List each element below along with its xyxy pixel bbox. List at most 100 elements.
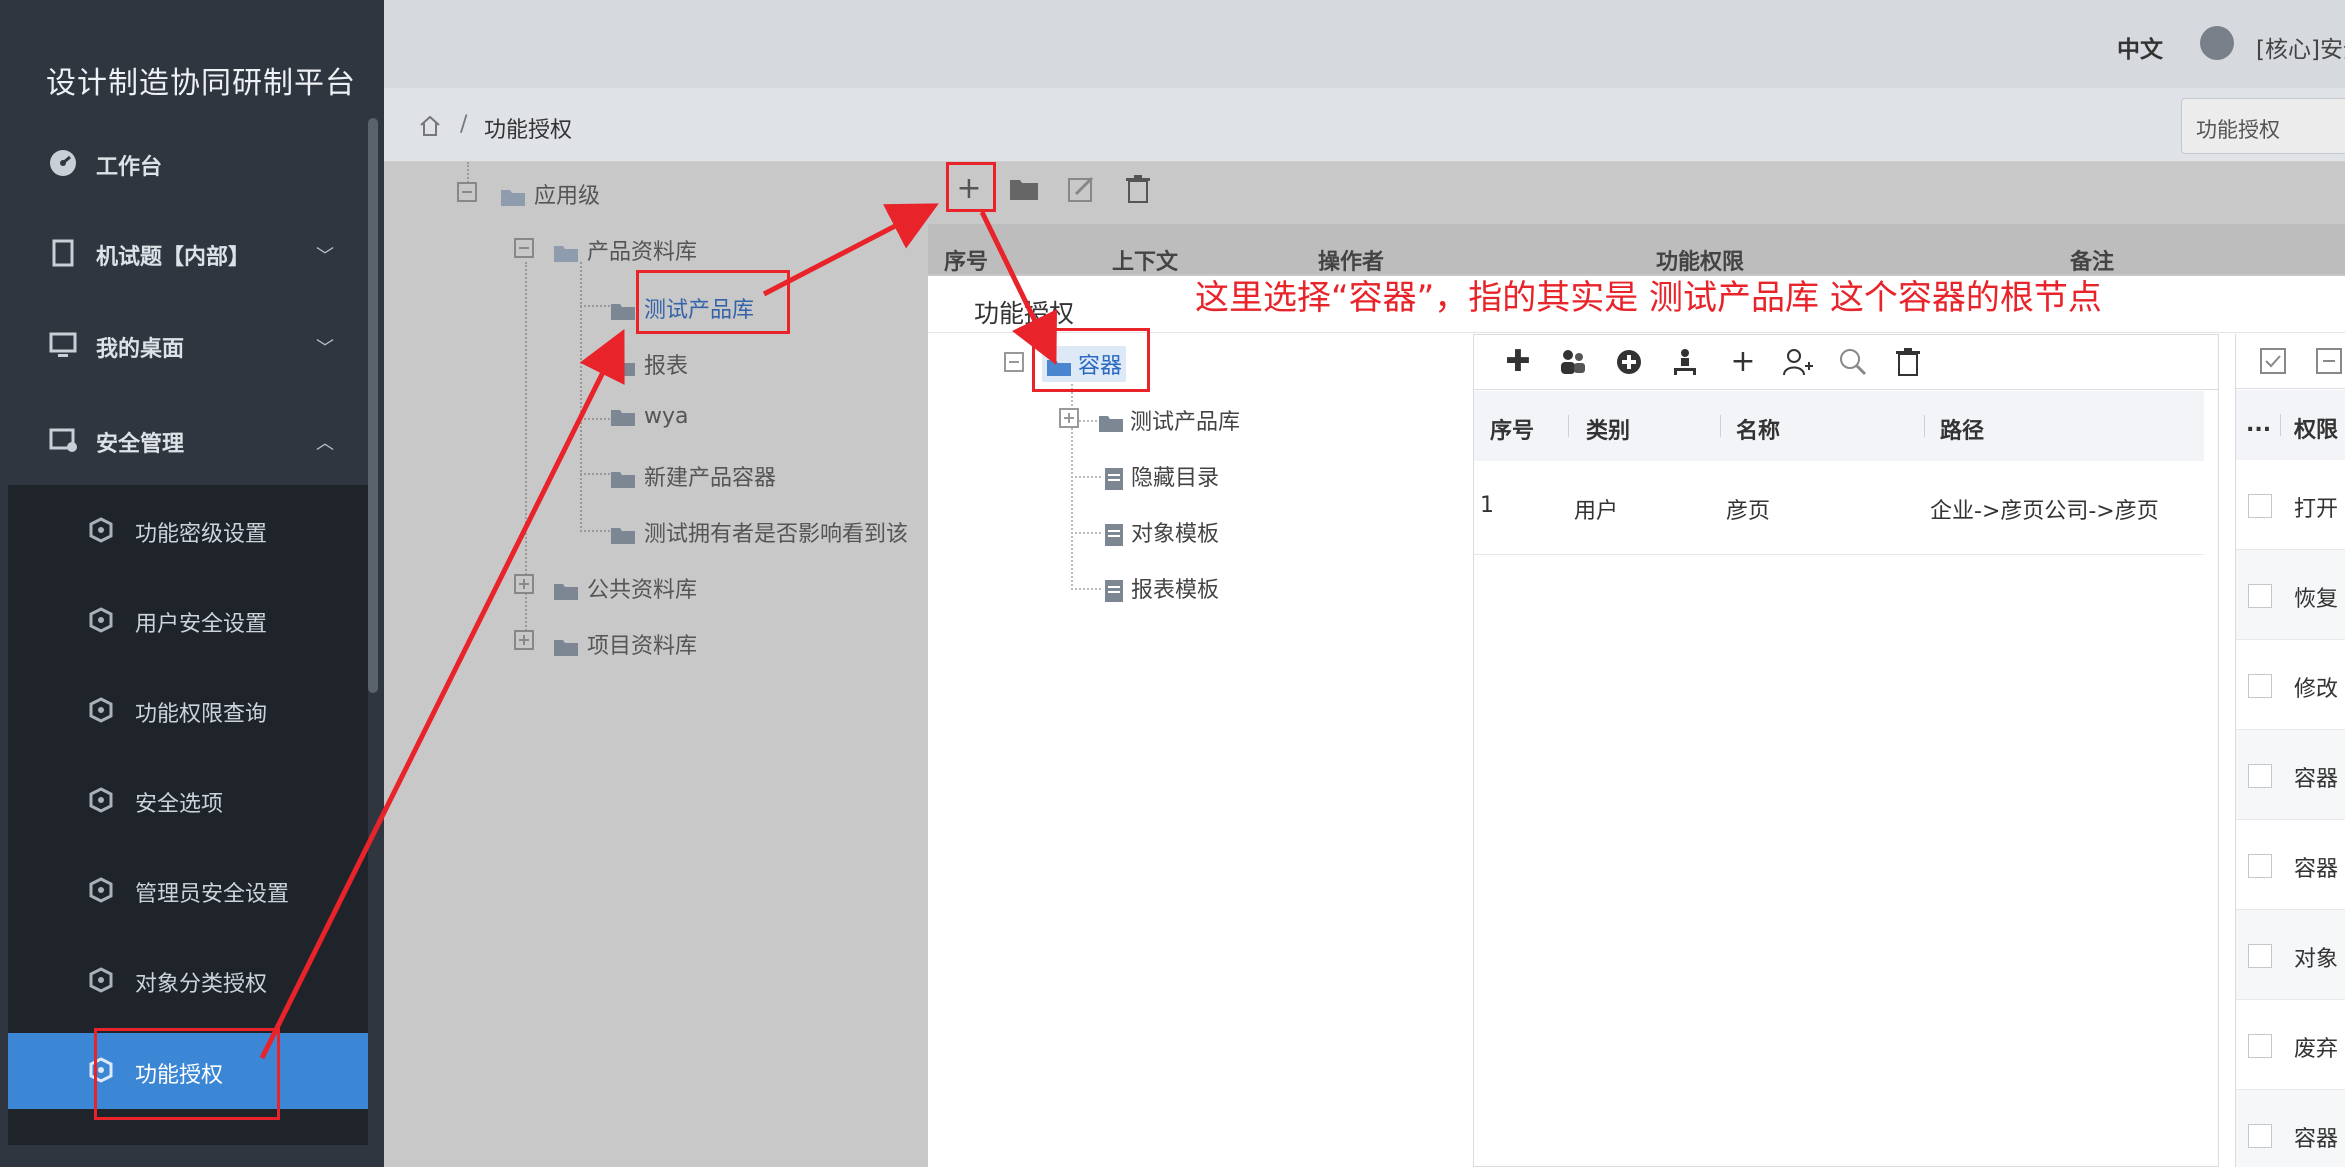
- tree-node[interactable]: 公共资料库: [553, 572, 697, 604]
- sidebar-item-label: 功能密级设置: [135, 522, 268, 547]
- check-all-icon[interactable]: [2260, 348, 2286, 374]
- sidebar-item-permission-query[interactable]: 功能权限查询: [8, 665, 368, 755]
- tree-node[interactable]: 应用级: [500, 178, 600, 210]
- folder-icon: [611, 528, 635, 544]
- permission-row[interactable]: 修改: [2236, 640, 2345, 730]
- permission-row[interactable]: 容器: [2236, 730, 2345, 820]
- sidebar-item-label: 安全管理: [96, 432, 185, 457]
- checkbox[interactable]: [2248, 764, 2272, 788]
- breadcrumb: / 功能授权 功能授权: [384, 88, 2345, 162]
- security-icon: [49, 428, 77, 452]
- permission-row[interactable]: 恢复: [2236, 550, 2345, 640]
- sidebar-item-exam[interactable]: 机试题【内部】 ﹀: [8, 208, 368, 298]
- sidebar-item-desktop[interactable]: 我的桌面 ﹀: [8, 300, 368, 390]
- folder-icon: [611, 472, 635, 488]
- annotation-box: [636, 270, 790, 334]
- add-icon[interactable]: ✚: [1501, 345, 1535, 379]
- column-header[interactable]: 名称: [1736, 413, 1780, 445]
- tree-node[interactable]: 报表: [610, 348, 688, 380]
- monitor-icon: [49, 332, 77, 357]
- language-switch[interactable]: 中文: [2117, 30, 2163, 64]
- column-header[interactable]: 路径: [1940, 413, 1984, 445]
- shield-icon: [89, 787, 113, 813]
- tree-node[interactable]: 对象模板: [1103, 516, 1219, 548]
- permission-row[interactable]: 对象: [2236, 910, 2345, 1000]
- table-row[interactable]: 1 用户 彦页 企业->彦页公司->彦页: [1474, 461, 2204, 555]
- users-icon[interactable]: [1558, 347, 1588, 377]
- delete-icon[interactable]: [1894, 347, 1922, 377]
- checkbox[interactable]: [2248, 944, 2272, 968]
- permission-row[interactable]: 容器: [2236, 820, 2345, 910]
- permission-label: 对象: [2294, 947, 2339, 972]
- permission-list: ... 权限 打开 恢复 修改 容器 容器 对象 废弃 容器: [2235, 334, 2345, 1167]
- folder-icon: [611, 410, 635, 426]
- tree-connector: [580, 362, 610, 364]
- column-divider: [1720, 415, 1721, 437]
- add-user-icon[interactable]: [1782, 347, 1814, 377]
- tree-connector: [580, 262, 582, 532]
- tree-node[interactable]: 测试产品库: [1098, 404, 1240, 436]
- column-header[interactable]: 类别: [1586, 413, 1630, 445]
- sidebar-item-label: 工作台: [96, 155, 163, 180]
- avatar[interactable]: [2200, 26, 2234, 60]
- folder-icon: [554, 640, 578, 656]
- sidebar-item-security-options[interactable]: 安全选项: [8, 755, 368, 845]
- tree-expand-toggle[interactable]: [514, 630, 534, 650]
- tree-node[interactable]: 产品资料库: [553, 234, 697, 266]
- column-divider: [2280, 414, 2281, 436]
- breadcrumb-current[interactable]: 功能授权: [484, 112, 572, 144]
- tree-node[interactable]: 新建产品容器: [610, 460, 776, 492]
- sidebar-item-function-classification[interactable]: 功能密级设置: [8, 485, 368, 575]
- tree-connector: [580, 418, 610, 420]
- table-cell: 1: [1480, 493, 1494, 518]
- chevron-down-icon: ﹀: [316, 246, 334, 267]
- plus-icon[interactable]: +: [1726, 345, 1760, 379]
- sidebar-scrollbar[interactable]: [368, 118, 378, 693]
- tree-node[interactable]: 测试拥有者是否影响看到该: [610, 516, 910, 548]
- checkbox[interactable]: [2248, 674, 2272, 698]
- permission-row[interactable]: 废弃: [2236, 1000, 2345, 1090]
- sidebar: 设计制造协同研制平台 工作台 机试题【内部】 ﹀ 我的桌面 ﹀ 安全管理 ︿ 功…: [0, 0, 384, 1167]
- page-tab[interactable]: 功能授权: [2181, 98, 2345, 154]
- dialog-title: 功能授权: [974, 299, 1075, 328]
- user-name[interactable]: [核心]安全: [2256, 30, 2345, 64]
- book-icon: [52, 239, 74, 267]
- tree-expand-toggle[interactable]: [1059, 408, 1079, 428]
- tree-expand-toggle[interactable]: [514, 574, 534, 594]
- sidebar-item-workbench[interactable]: 工作台: [8, 118, 368, 208]
- checkbox[interactable]: [2248, 584, 2272, 608]
- edit-icon[interactable]: [1066, 174, 1096, 204]
- sidebar-item-object-classification[interactable]: 对象分类授权: [8, 935, 368, 1025]
- delete-icon[interactable]: [1124, 174, 1152, 204]
- checkbox[interactable]: [2248, 854, 2272, 878]
- tree-node[interactable]: 报表模板: [1103, 572, 1219, 604]
- chevron-up-icon: ︿: [316, 433, 334, 454]
- permission-row[interactable]: 打开: [2236, 460, 2345, 550]
- org-icon[interactable]: [1670, 347, 1700, 377]
- tree-collapse-toggle[interactable]: [514, 238, 534, 258]
- checkbox[interactable]: [2248, 494, 2272, 518]
- sidebar-item-admin-security[interactable]: 管理员安全设置: [8, 845, 368, 935]
- sidebar-item-user-security[interactable]: 用户安全设置: [8, 575, 368, 665]
- grid-header: 序号 类别 名称 路径: [1474, 391, 2204, 461]
- home-icon[interactable]: [418, 114, 442, 138]
- tree-collapse-toggle[interactable]: [1004, 352, 1024, 372]
- checkbox[interactable]: [2248, 1124, 2272, 1148]
- tree-node[interactable]: wya: [610, 404, 689, 429]
- sidebar-item-security[interactable]: 安全管理 ︿: [8, 395, 368, 485]
- annotation-box: [946, 162, 996, 212]
- document-icon: [1105, 580, 1123, 602]
- add-circle-icon[interactable]: [1614, 347, 1644, 377]
- tree-node[interactable]: 隐藏目录: [1103, 460, 1219, 492]
- permission-row[interactable]: 容器: [2236, 1090, 2345, 1167]
- tree-collapse-toggle[interactable]: [457, 182, 477, 202]
- tree-node-label: 新建产品容器: [644, 466, 777, 491]
- uncheck-all-icon[interactable]: [2316, 348, 2342, 374]
- checkbox[interactable]: [2248, 1034, 2272, 1058]
- column-header[interactable]: 序号: [1490, 413, 1534, 445]
- tree-node-label: 报表: [644, 354, 689, 379]
- folder-open-icon[interactable]: [1008, 176, 1040, 202]
- tree-node-label: 测试产品库: [1130, 410, 1241, 435]
- search-icon[interactable]: [1838, 347, 1868, 377]
- tree-node[interactable]: 项目资料库: [553, 628, 697, 660]
